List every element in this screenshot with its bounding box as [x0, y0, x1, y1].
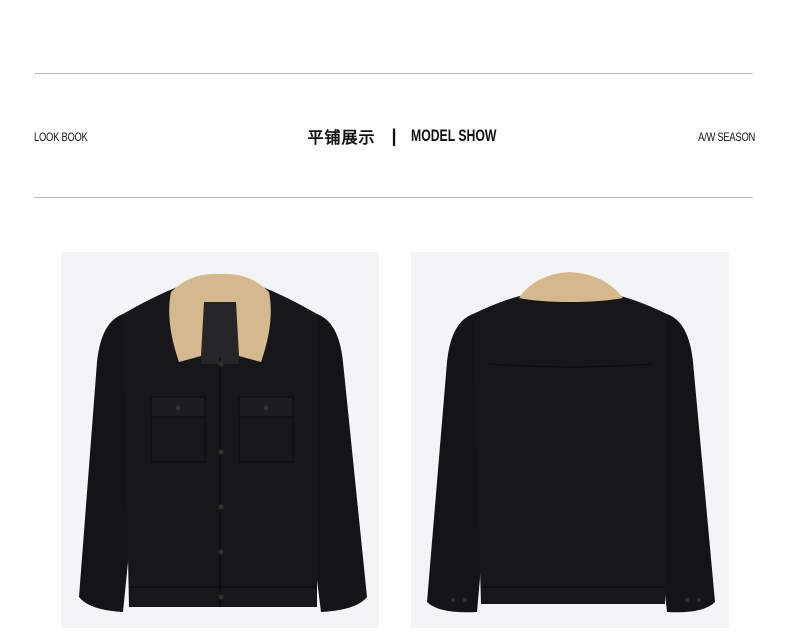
bottom-divider — [34, 197, 753, 198]
jacket-back-photo — [411, 252, 729, 628]
season-label: A/W SEASON — [698, 130, 755, 144]
jacket-front-photo — [61, 252, 379, 628]
section-title-en: MODEL SHOW — [410, 126, 496, 145]
top-divider — [34, 73, 753, 74]
title-separator: | — [391, 125, 397, 146]
section-title: 平铺展示 | MODEL SHOW — [0, 125, 790, 148]
section-title-cn: 平铺展示 — [307, 128, 376, 147]
